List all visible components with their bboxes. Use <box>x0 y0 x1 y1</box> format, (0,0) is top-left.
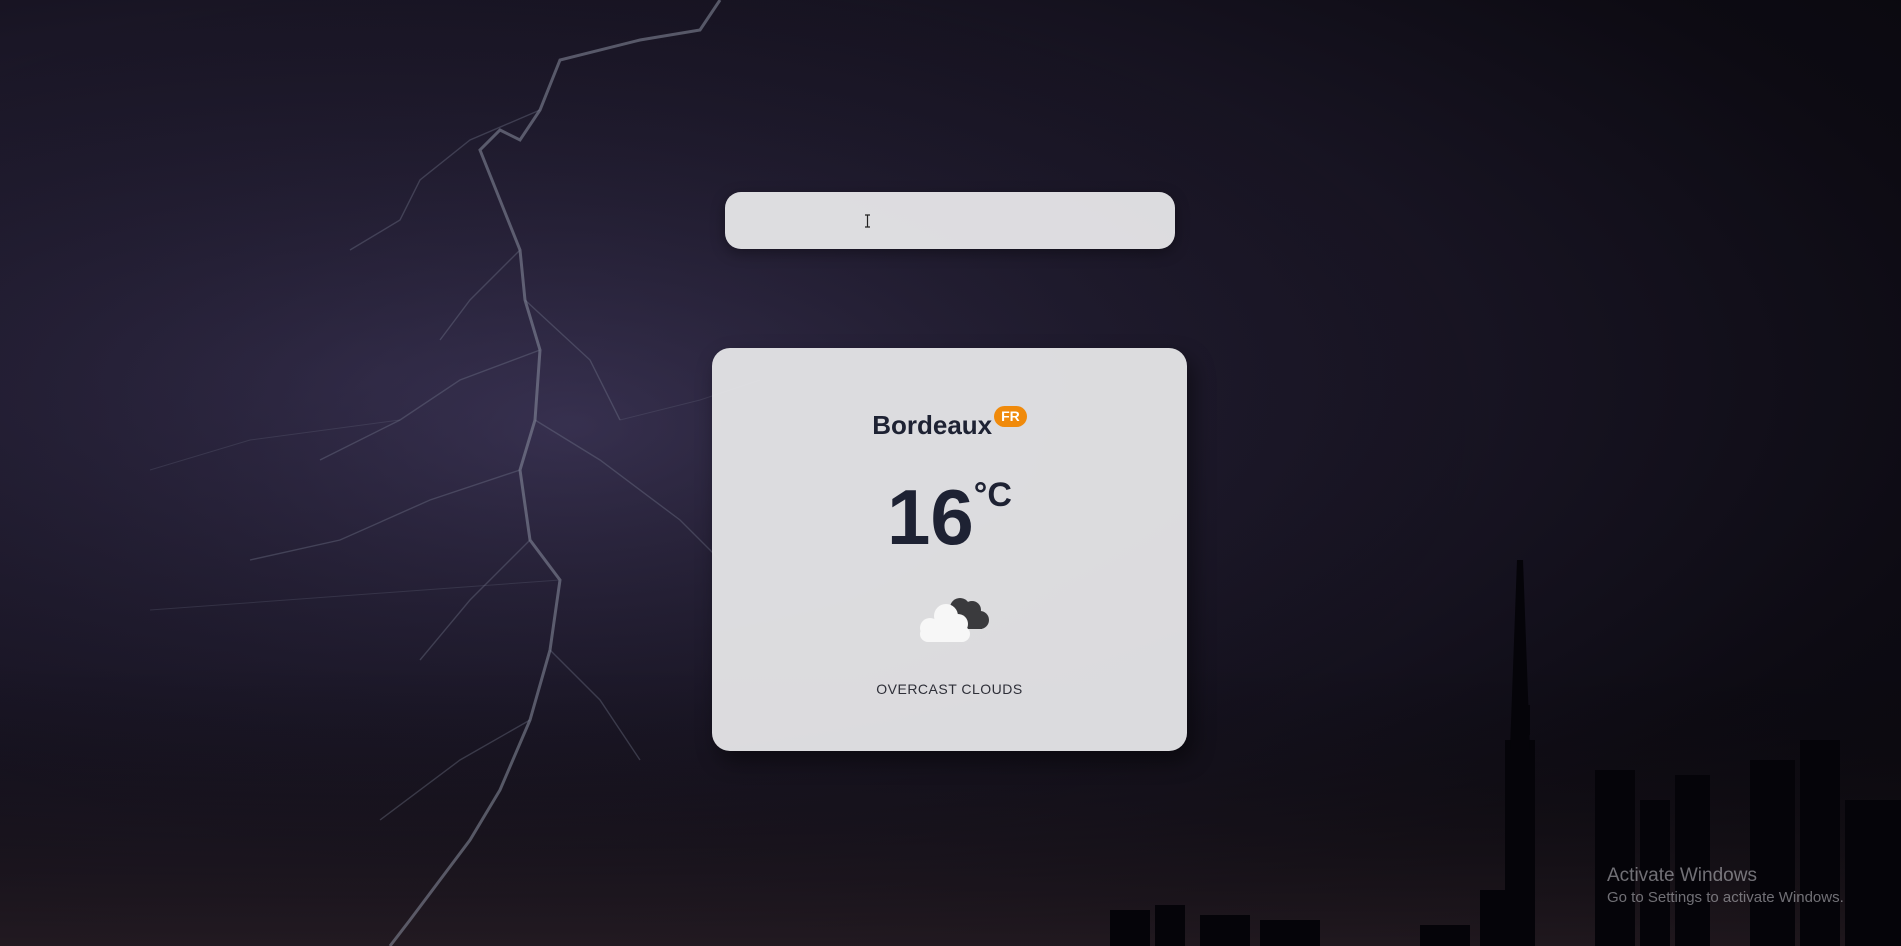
activate-windows-watermark: Activate Windows Go to Settings to activ… <box>1607 865 1844 906</box>
country-badge: FR <box>994 405 1027 427</box>
weather-condition: OVERCAST CLOUDS <box>876 681 1023 697</box>
overcast-clouds-icon <box>920 598 989 642</box>
temperature-value: 16 <box>887 473 974 561</box>
temperature-unit: °C <box>973 476 1012 514</box>
watermark-title: Activate Windows <box>1607 865 1757 886</box>
city-heading: Bordeaux FR <box>712 405 1187 441</box>
text-cursor-icon <box>865 214 870 228</box>
city-name: Bordeaux <box>872 410 993 440</box>
weather-card: Bordeaux FR 16°C OVERCAST CLOUDS <box>712 348 1187 751</box>
watermark-subtitle: Go to Settings to activate Windows. <box>1607 889 1844 906</box>
search-input[interactable] <box>725 192 1175 249</box>
temperature: 16°C <box>712 472 1187 562</box>
search-bar[interactable] <box>725 192 1175 249</box>
